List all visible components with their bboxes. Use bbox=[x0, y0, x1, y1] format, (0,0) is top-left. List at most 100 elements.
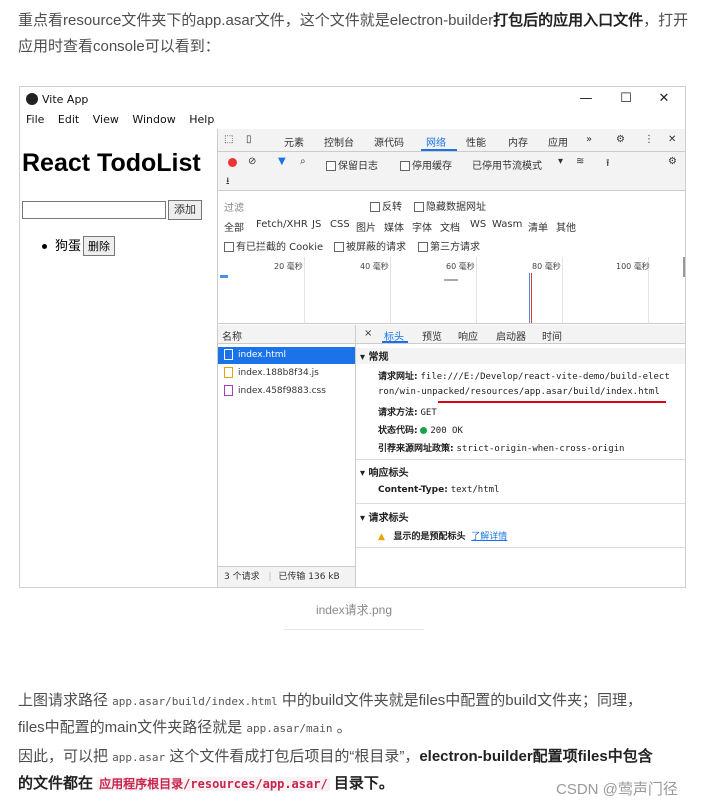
menu-edit[interactable]: Edit bbox=[58, 113, 79, 126]
tab-sources[interactable]: 源代码 bbox=[374, 134, 404, 149]
third-party-checkbox[interactable]: 第三方请求 bbox=[418, 238, 480, 253]
chevron-down-icon[interactable]: ▾ bbox=[558, 156, 563, 167]
timeline-gridline bbox=[562, 257, 563, 323]
request-url-row-2: ron/win-unpacked/resources/app.asar/buil… bbox=[378, 387, 660, 397]
timeline-label: 20 毫秒 bbox=[274, 262, 303, 271]
type-doc[interactable]: 文档 bbox=[440, 219, 460, 234]
network-settings-icon[interactable]: ⚙ bbox=[668, 156, 677, 167]
invert-checkbox[interactable]: 反转 bbox=[370, 198, 402, 213]
type-ws[interactable]: WS bbox=[470, 219, 486, 230]
type-all[interactable]: 全部 bbox=[224, 219, 244, 234]
todo-input[interactable] bbox=[22, 201, 166, 219]
caption-divider bbox=[284, 629, 424, 630]
tab-console[interactable]: 控制台 bbox=[324, 134, 354, 149]
section-response-headers[interactable]: ▾ 响应标头 bbox=[356, 464, 685, 479]
type-manifest[interactable]: 清单 bbox=[528, 219, 548, 234]
close-icon[interactable]: ✕ bbox=[654, 91, 674, 106]
highlight-underline bbox=[438, 401, 666, 403]
warning-icon: ▲ bbox=[378, 532, 385, 542]
filter-input[interactable]: 过滤 bbox=[224, 199, 244, 214]
tab-memory[interactable]: 内存 bbox=[508, 134, 528, 149]
timeline-gridline bbox=[390, 257, 391, 323]
filter-icon[interactable]: ▼ bbox=[278, 156, 286, 167]
section-request-headers[interactable]: ▾ 请求标头 bbox=[356, 509, 685, 524]
hide-data-urls-checkbox[interactable]: 隐藏数据网址 bbox=[414, 198, 486, 213]
timeline-label: 80 毫秒 bbox=[532, 262, 561, 271]
intro-paragraph: 重点看resource文件夹下的app.asar文件，这个文件就是electro… bbox=[18, 8, 698, 60]
type-media[interactable]: 媒体 bbox=[384, 219, 404, 234]
watermark: CSDN @莺声门径 bbox=[556, 781, 678, 798]
request-row-index-html[interactable]: index.html bbox=[218, 347, 355, 364]
request-row-css[interactable]: index.458f9883.css bbox=[218, 383, 355, 400]
blocked-cookies-checkbox[interactable]: 有已拦截的 Cookie bbox=[224, 238, 323, 253]
timeline-bar bbox=[220, 275, 228, 278]
timeline-scroll[interactable] bbox=[683, 257, 685, 277]
status-code-row: 状态代码: 200 OK bbox=[378, 426, 463, 436]
tab-elements[interactable]: 元素 bbox=[284, 134, 304, 149]
type-wasm[interactable]: Wasm bbox=[492, 219, 522, 230]
preserve-log-checkbox[interactable]: 保留日志 bbox=[326, 157, 378, 172]
request-row-js[interactable]: index.188b8f34.js bbox=[218, 365, 355, 382]
search-icon[interactable]: ⌕ bbox=[300, 156, 306, 167]
status-ok-icon bbox=[420, 427, 428, 434]
add-button[interactable]: 添加 bbox=[168, 200, 202, 220]
request-url-row: 请求网址: file:///E:/Develop/react-vite-demo… bbox=[378, 372, 670, 382]
intro-text: 重点看resource文件夹下的app.asar文件，这个文件就是electro… bbox=[18, 12, 494, 29]
maximize-icon[interactable]: ☐ bbox=[616, 91, 636, 106]
tab-application[interactable]: 应用 bbox=[548, 134, 568, 149]
timeline-bar bbox=[444, 279, 458, 281]
section-general[interactable]: ▾ 常规 bbox=[356, 348, 685, 364]
detail-tabs: × 标头 预览 响应 启动器 时间 bbox=[356, 325, 685, 344]
clear-icon[interactable]: ⊘ bbox=[248, 156, 256, 167]
tab-preview[interactable]: 预览 bbox=[422, 328, 442, 343]
disable-cache-checkbox[interactable]: 停用缓存 bbox=[400, 157, 452, 172]
script-icon bbox=[224, 367, 233, 378]
kebab-menu-icon[interactable]: ⋮ bbox=[644, 134, 654, 145]
record-icon[interactable] bbox=[228, 158, 237, 167]
image-caption: index请求.png bbox=[315, 603, 393, 617]
delete-button[interactable]: 删除 bbox=[83, 236, 116, 256]
active-tab-indicator bbox=[421, 149, 457, 151]
type-css[interactable]: CSS bbox=[330, 219, 350, 230]
throttling-select[interactable]: 已停用节流模式 bbox=[472, 157, 542, 172]
menu-file[interactable]: File bbox=[26, 113, 44, 126]
section-divider bbox=[356, 459, 685, 460]
type-images[interactable]: 图片 bbox=[356, 219, 376, 234]
devtools-tabs: ⬚ ▯ 元素 控制台 源代码 网络 性能 内存 应用 » ⚙ ⋮ ✕ bbox=[218, 129, 685, 152]
menu-window[interactable]: Window bbox=[132, 113, 175, 126]
wifi-icon[interactable]: ≋ bbox=[576, 156, 584, 167]
tab-more[interactable]: » bbox=[586, 134, 592, 145]
device-icon[interactable]: ▯ bbox=[246, 134, 252, 145]
type-fetch-xhr[interactable]: Fetch/XHR bbox=[256, 219, 308, 230]
download-icon[interactable]: ⭳ bbox=[226, 174, 230, 191]
inspect-icon[interactable]: ⬚ bbox=[224, 134, 233, 145]
tab-network[interactable]: 网络 bbox=[426, 134, 446, 149]
timeline-gridline bbox=[304, 257, 305, 323]
tab-response[interactable]: 响应 bbox=[458, 328, 478, 343]
upload-icon[interactable]: ⭱ bbox=[606, 156, 610, 173]
app-logo-icon bbox=[26, 93, 38, 105]
menu-help[interactable]: Help bbox=[189, 113, 214, 126]
request-method-row: 请求方法: GET bbox=[378, 408, 437, 418]
close-detail-icon[interactable]: × bbox=[364, 328, 372, 339]
transfer-size: 已传输 136 kB bbox=[278, 572, 340, 582]
network-timeline: 20 毫秒 40 毫秒 60 毫秒 80 毫秒 100 毫秒 bbox=[218, 257, 685, 324]
menu-bar: File Edit View Window Help bbox=[20, 113, 218, 131]
tab-initiator[interactable]: 启动器 bbox=[496, 328, 526, 343]
gear-icon[interactable]: ⚙ bbox=[616, 134, 625, 145]
tab-timing[interactable]: 时间 bbox=[542, 328, 562, 343]
type-font[interactable]: 字体 bbox=[412, 219, 432, 234]
learn-more-link[interactable]: 了解详情 bbox=[471, 532, 507, 542]
list-footer: 3 个请求 | 已传输 136 kB bbox=[218, 566, 355, 587]
inline-code: app.asar/build/index.html bbox=[112, 695, 278, 708]
close-devtools-icon[interactable]: ✕ bbox=[668, 134, 676, 145]
load-event-line bbox=[531, 273, 532, 323]
list-header: 名称 bbox=[218, 325, 355, 344]
tab-performance[interactable]: 性能 bbox=[466, 134, 486, 149]
blocked-requests-checkbox[interactable]: 被屏蔽的请求 bbox=[334, 238, 406, 253]
minimize-icon[interactable]: — bbox=[576, 91, 596, 106]
type-other[interactable]: 其他 bbox=[556, 219, 576, 234]
type-js[interactable]: JS bbox=[312, 219, 321, 230]
network-toolbar: ⊘ ▼ ⌕ 保留日志 停用缓存 已停用节流模式 ▾ ≋ ⭱ ⚙ ⭳ bbox=[218, 152, 685, 191]
menu-view[interactable]: View bbox=[93, 113, 119, 126]
